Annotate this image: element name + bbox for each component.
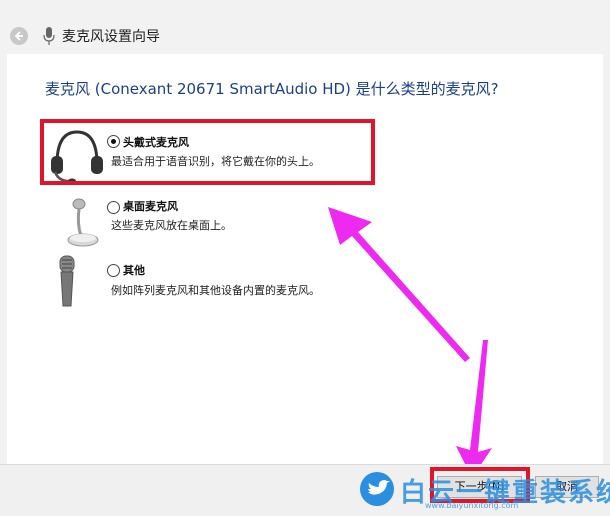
annotation-arrows bbox=[328, 207, 492, 478]
bird-logo-icon bbox=[360, 472, 394, 506]
watermark-url: www.baiyunxitong.com bbox=[425, 501, 519, 510]
watermark: 白云一键重装系统 www.baiyunxitong.com bbox=[360, 470, 610, 515]
